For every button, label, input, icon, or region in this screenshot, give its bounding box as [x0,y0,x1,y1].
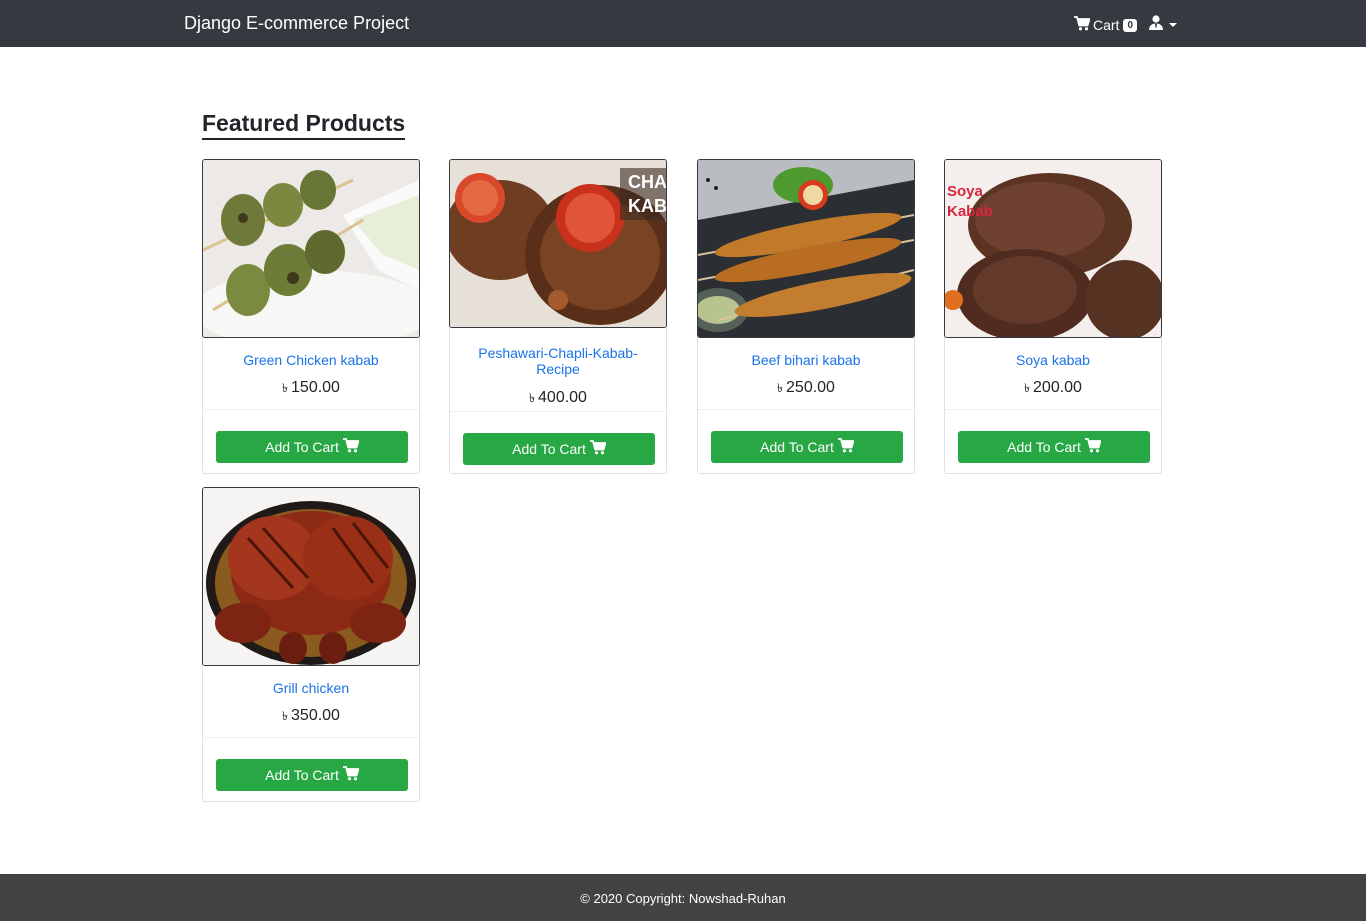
footer: © 2020 Copyright: Nowshad-Ruhan [0,874,1366,921]
product-price: ৳ 200.00 [953,379,1153,397]
card-footer: Add To Cart [203,409,419,474]
add-to-cart-label: Add To Cart [265,767,339,783]
product-name-link[interactable]: Soya kabab [953,352,1153,368]
product-card: CHAPLI KABAB Peshawari-Chapli-Kabab-Reci… [449,159,667,474]
product-image[interactable] [202,487,420,666]
currency-symbol: ৳ [777,381,784,395]
cart-icon [342,438,360,456]
nav-right: Cart 0 [1074,15,1178,35]
product-name-link[interactable]: Green Chicken kabab [211,352,411,368]
copyright-text: © 2020 Copyright: Nowshad-Ruhan [580,891,786,906]
price-value: 200.00 [1033,379,1082,396]
product-name-link[interactable]: Peshawari-Chapli-Kabab-Recipe [458,345,658,377]
card-footer: Add To Cart [203,737,419,802]
product-image[interactable]: CHAPLI KABAB [449,159,667,328]
price-value: 400.00 [538,389,587,406]
card-body: Green Chicken kabab ৳ 150.00 [203,338,419,397]
product-image[interactable]: Soya Kabab [944,159,1162,338]
currency-symbol: ৳ [1024,381,1031,395]
product-price: ৳ 350.00 [211,707,411,725]
price-value: 250.00 [786,379,835,396]
currency-symbol: ৳ [282,709,289,723]
image-caption: KABAB [628,196,666,216]
brand-link[interactable]: Django E-commerce Project [184,13,409,34]
add-to-cart-button[interactable]: Add To Cart [216,431,408,463]
image-caption: CHAPLI [628,172,666,192]
product-card: Beef bihari kabab ৳ 250.00 Add To Cart [697,159,915,474]
price-value: 350.00 [291,707,340,724]
product-price: ৳ 400.00 [458,389,658,407]
card-body: Soya kabab ৳ 200.00 [945,338,1161,397]
add-to-cart-button[interactable]: Add To Cart [958,431,1150,463]
card-footer: Add To Cart [698,409,914,474]
product-image[interactable] [202,159,420,338]
card-body: Peshawari-Chapli-Kabab-Recipe ৳ 400.00 [450,328,666,407]
add-to-cart-button[interactable]: Add To Cart [463,433,655,465]
cart-count-badge: 0 [1123,18,1138,32]
card-body: Beef bihari kabab ৳ 250.00 [698,338,914,397]
product-card: Grill chicken ৳ 350.00 Add To Cart [202,487,420,802]
add-to-cart-label: Add To Cart [1007,439,1081,455]
card-footer: Add To Cart [945,409,1161,474]
product-card: Soya Kabab Soya kabab ৳ 200.00 Add To Car… [944,159,1162,474]
product-name-link[interactable]: Beef bihari kabab [706,352,906,368]
product-price: ৳ 150.00 [211,379,411,397]
page-title: Featured Products [202,109,406,140]
cart-label: Cart [1093,17,1120,33]
product-image[interactable] [697,159,915,338]
navbar: Django E-commerce Project Cart 0 [0,0,1366,47]
add-to-cart-button[interactable]: Add To Cart [216,759,408,791]
cart-icon [1084,438,1102,456]
card-body: Grill chicken ৳ 350.00 [203,666,419,725]
add-to-cart-label: Add To Cart [265,439,339,455]
cart-icon [589,440,607,458]
cart-icon [342,766,360,784]
image-caption: Soya [947,183,984,200]
image-caption: Kabab [947,203,993,220]
price-value: 150.00 [291,379,340,396]
currency-symbol: ৳ [282,381,289,395]
product-name-link[interactable]: Grill chicken [211,680,411,696]
chevron-down-icon [1169,23,1178,27]
add-to-cart-label: Add To Cart [512,441,586,457]
product-price: ৳ 250.00 [706,379,906,397]
add-to-cart-label: Add To Cart [760,439,834,455]
card-footer: Add To Cart [450,411,666,474]
user-dropdown[interactable] [1149,15,1178,35]
cart-link[interactable]: Cart 0 [1074,16,1138,34]
cart-icon [837,438,855,456]
product-card: Green Chicken kabab ৳ 150.00 Add To Cart [202,159,420,474]
currency-symbol: ৳ [529,391,536,405]
add-to-cart-button[interactable]: Add To Cart [711,431,903,463]
cart-icon [1074,16,1093,34]
user-icon [1149,15,1164,35]
